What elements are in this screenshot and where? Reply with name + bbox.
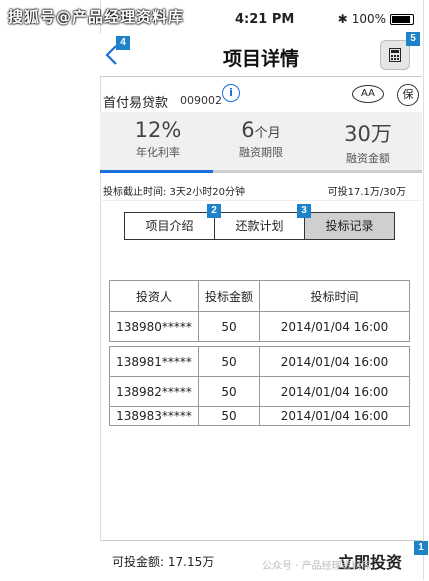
funding-progress-bar — [100, 170, 422, 173]
marker-2: 2 — [207, 204, 221, 218]
guarantee-icon[interactable]: 保 — [397, 84, 419, 106]
available-amount-label: 可投金额: — [112, 555, 165, 569]
table-header-row: 投资人 投标金额 投标时间 — [109, 280, 410, 312]
watermark-top: 搜狐号@产品经理资料库 — [8, 8, 185, 26]
status-right: ✱ 100% — [338, 12, 414, 26]
amount-cell: 50 — [198, 406, 260, 426]
table-row: 138982***** 50 2014/01/04 16:00 — [109, 376, 410, 407]
marker-5: 5 — [406, 32, 420, 46]
font-size-icon[interactable]: AA — [352, 85, 384, 103]
time-cell: 2014/01/04 16:00 — [259, 346, 410, 377]
investor-cell: 138981***** — [109, 346, 199, 377]
watermark-bottom: 公众号 · 产品经理资料库 — [262, 561, 372, 572]
bid-records-table: 投资人 投标金额 投标时间 138980***** 50 2014/01/04 … — [109, 280, 410, 426]
battery-icon — [390, 13, 414, 25]
product-name: 首付易贷款 — [103, 96, 169, 111]
amount-cell: 50 — [198, 346, 260, 377]
product-header: 首付易贷款 009002 i AA 保 — [100, 82, 422, 111]
remaining-amount: 可投17.1万/30万 — [327, 187, 406, 198]
tab-project-intro[interactable]: 项目介绍 — [124, 212, 215, 240]
column-header: 投标时间 — [259, 280, 410, 312]
calculator-icon — [389, 48, 401, 62]
stat-value: 30万 — [344, 122, 392, 146]
table-row: 138983***** 50 2014/01/04 16:00 — [109, 406, 410, 426]
bluetooth-icon: ✱ — [337, 12, 348, 26]
bid-deadline: 投标截止时间: 3天2小时20分钟 — [103, 187, 245, 198]
stats-panel: 12% 年化利率 6个月 融资期限 30万 融资金额 — [100, 112, 422, 170]
tab-bid-records[interactable]: 投标记录 — [304, 212, 395, 240]
status-time: 4:21 PM — [235, 12, 295, 27]
amount-cell: 50 — [198, 376, 260, 407]
column-header: 投资人 — [109, 280, 199, 312]
footer-bar: 可投金额: 17.15万 立即投资 — [100, 540, 422, 581]
time-cell: 2014/01/04 16:00 — [259, 311, 410, 342]
marker-1: 1 — [414, 541, 428, 555]
nav-bar: 4 项目详情 5 — [100, 32, 422, 77]
info-icon[interactable]: i — [222, 84, 240, 102]
available-amount-value: 17.15万 — [167, 555, 215, 569]
stat-label: 年化利率 — [136, 146, 180, 159]
time-cell: 2014/01/04 16:00 — [259, 376, 410, 407]
stat-term: 6个月 融资期限 — [211, 118, 311, 160]
funding-progress-fill — [100, 170, 213, 173]
table-row: 138980***** 50 2014/01/04 16:00 — [109, 311, 410, 342]
time-cell: 2014/01/04 16:00 — [259, 406, 410, 426]
stat-amount: 30万 融资金额 — [318, 118, 418, 166]
investor-cell: 138980***** — [109, 311, 199, 342]
deadline-row: 投标截止时间: 3天2小时20分钟 可投17.1万/30万 — [100, 180, 422, 201]
amount-cell: 50 — [198, 311, 260, 342]
stat-unit: 个月 — [254, 126, 281, 141]
table-row: 138981***** 50 2014/01/04 16:00 — [109, 346, 410, 377]
available-amount: 可投金额: 17.15万 — [112, 553, 214, 570]
stat-label: 融资金额 — [346, 152, 390, 165]
stat-label: 融资期限 — [239, 146, 283, 159]
stat-rate: 12% 年化利率 — [108, 118, 208, 160]
battery-percent: 100% — [351, 12, 386, 26]
marker-3: 3 — [297, 204, 311, 218]
page-title: 项目详情 — [222, 48, 299, 70]
stat-value: 6 — [241, 118, 255, 142]
investor-cell: 138982***** — [109, 376, 199, 407]
column-header: 投标金额 — [198, 280, 260, 312]
stat-value: 12% — [134, 118, 182, 142]
tab-bar: 项目介绍 还款计划 投标记录 — [124, 212, 395, 240]
investor-cell: 138983***** — [109, 406, 199, 426]
product-code: 009002 — [180, 94, 222, 107]
tab-repayment-plan[interactable]: 还款计划 — [214, 212, 305, 240]
